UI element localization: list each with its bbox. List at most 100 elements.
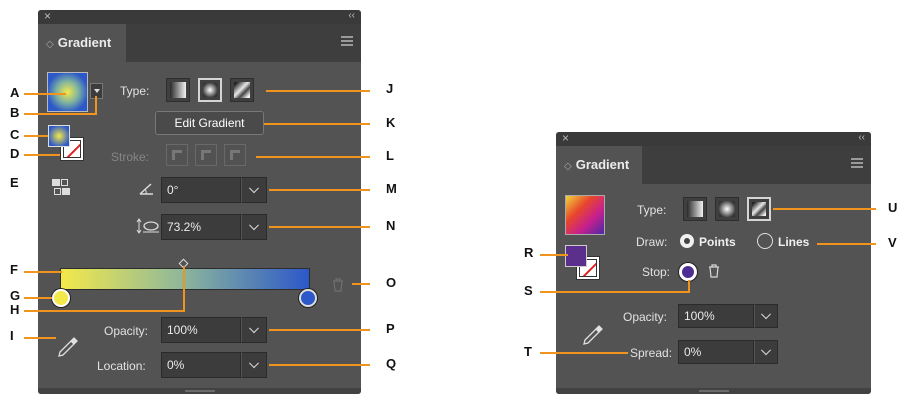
draw-points-label[interactable]: Points: [699, 235, 736, 249]
stroke-across-button: [224, 144, 246, 166]
aspect-ratio-field[interactable]: 73.2%: [161, 214, 241, 240]
stroke-label: Stroke:: [111, 150, 150, 164]
spread-dropdown[interactable]: [754, 340, 778, 364]
linear-type-button[interactable]: [166, 78, 190, 102]
callout-line-d: [24, 154, 60, 156]
panel-resize-bar[interactable]: [38, 388, 361, 394]
callout-line-c: [24, 135, 48, 137]
radial-type-button[interactable]: [715, 197, 739, 221]
fill-swatch[interactable]: [565, 245, 587, 267]
tab-grip-icon: ◇: [46, 39, 54, 50]
delete-stop-icon[interactable]: [708, 264, 720, 278]
stroke-within-button: [166, 144, 188, 166]
freeform-type-button[interactable]: [747, 197, 771, 221]
callout-line-m: [269, 189, 370, 191]
gradient-thumbnail[interactable]: [47, 72, 88, 112]
linear-type-button[interactable]: [683, 197, 707, 221]
callout-line-u: [773, 208, 876, 210]
collapse-panel-icon[interactable]: ‹‹: [348, 10, 355, 23]
location-dropdown[interactable]: [241, 352, 267, 378]
callout-line-j: [266, 90, 370, 92]
panel-resize-bar[interactable]: [556, 388, 871, 394]
angle-icon: [138, 182, 156, 196]
draw-points-radio[interactable]: [680, 234, 694, 248]
panel-menu-icon[interactable]: [851, 158, 863, 168]
callout-line-b: [24, 113, 96, 115]
close-panel-icon[interactable]: ×: [562, 132, 569, 145]
eyedropper-icon[interactable]: [581, 323, 605, 347]
callout-line-s: [540, 291, 690, 293]
callout-line-g: [24, 297, 52, 299]
callout-line-t: [540, 352, 628, 354]
location-field[interactable]: 0%: [161, 352, 241, 378]
edit-gradient-button[interactable]: Edit Gradient: [155, 111, 264, 135]
callout-line-a: [24, 93, 66, 95]
callout-label-a: A: [10, 85, 20, 100]
opacity-field[interactable]: 100%: [678, 304, 754, 328]
callout-label-b: B: [10, 105, 20, 120]
callout-label-k: K: [386, 115, 396, 130]
callout-line-b-vertical: [95, 96, 97, 115]
location-label: Location:: [97, 359, 146, 373]
radial-type-button[interactable]: [198, 78, 222, 102]
callout-label-f: F: [10, 262, 18, 277]
callout-label-p: P: [386, 321, 395, 336]
callout-label-r: R: [524, 245, 534, 260]
freeform-type-button[interactable]: [230, 78, 254, 102]
eyedropper-icon[interactable]: [56, 335, 80, 359]
callout-line-p: [269, 329, 370, 331]
callout-label-s: S: [524, 283, 533, 298]
draw-lines-radio[interactable]: [757, 233, 773, 249]
callout-line-h-vertical: [183, 266, 185, 311]
callout-label-o: O: [386, 275, 397, 290]
panel-menu-icon[interactable]: [341, 36, 353, 46]
tab-gradient-label: Gradient: [575, 157, 630, 172]
opacity-label: Opacity:: [623, 310, 668, 324]
gradient-thumbnail[interactable]: [565, 195, 605, 235]
draw-lines-label[interactable]: Lines: [778, 235, 809, 249]
fill-swatch[interactable]: [48, 125, 70, 147]
callout-label-n: N: [386, 218, 396, 233]
callout-label-c: C: [10, 127, 20, 142]
opacity-field[interactable]: 100%: [161, 317, 241, 343]
gradient-slider[interactable]: [60, 268, 310, 290]
callout-label-q: Q: [386, 356, 397, 371]
draw-label: Draw:: [636, 235, 668, 249]
tab-gradient-label: Gradient: [57, 35, 112, 50]
panel-titlebar: × ‹‹: [556, 132, 871, 146]
callout-label-g: G: [10, 288, 21, 303]
angle-field[interactable]: 0°: [161, 177, 241, 203]
color-stop-start[interactable]: [52, 289, 70, 307]
callout-line-k: [264, 123, 370, 125]
opacity-dropdown[interactable]: [241, 317, 267, 343]
callout-line-v: [817, 243, 876, 245]
callout-label-i: I: [10, 328, 14, 343]
opacity-label: Opacity:: [104, 324, 149, 338]
angle-dropdown[interactable]: [241, 177, 267, 203]
type-label: Type:: [637, 203, 667, 217]
reverse-gradient-icon[interactable]: [50, 178, 72, 196]
callout-label-m: M: [386, 181, 397, 196]
tab-gradient[interactable]: ◇ Gradient: [38, 24, 126, 62]
gradient-panel-left: × ‹‹ ◇ Gradient Type: Edit Gradient Stro…: [38, 10, 361, 394]
gradient-panel-right: × ‹‹ ◇ Gradient Type: Draw: Points Lines …: [556, 132, 871, 394]
stop-color-swatch[interactable]: [678, 262, 698, 282]
aspect-ratio-dropdown[interactable]: [241, 214, 267, 240]
tab-gradient[interactable]: ◇ Gradient: [556, 146, 642, 184]
close-panel-icon[interactable]: ×: [44, 10, 51, 23]
callout-label-h: H: [10, 302, 20, 317]
callout-line-o: [352, 283, 370, 285]
aspect-ratio-icon: [136, 218, 160, 234]
callout-line-r: [540, 254, 568, 256]
tab-grip-icon: ◇: [564, 161, 572, 172]
callout-line-n: [269, 226, 370, 228]
opacity-dropdown[interactable]: [754, 304, 778, 328]
spread-field[interactable]: 0%: [678, 340, 754, 364]
callout-label-j: J: [386, 81, 394, 96]
callout-label-d: D: [10, 146, 20, 161]
delete-stop-icon: [332, 278, 344, 292]
color-stop-end[interactable]: [299, 289, 317, 307]
collapse-panel-icon[interactable]: ‹‹: [858, 132, 865, 145]
callout-label-e: E: [10, 175, 19, 190]
callout-line-h: [24, 310, 185, 312]
